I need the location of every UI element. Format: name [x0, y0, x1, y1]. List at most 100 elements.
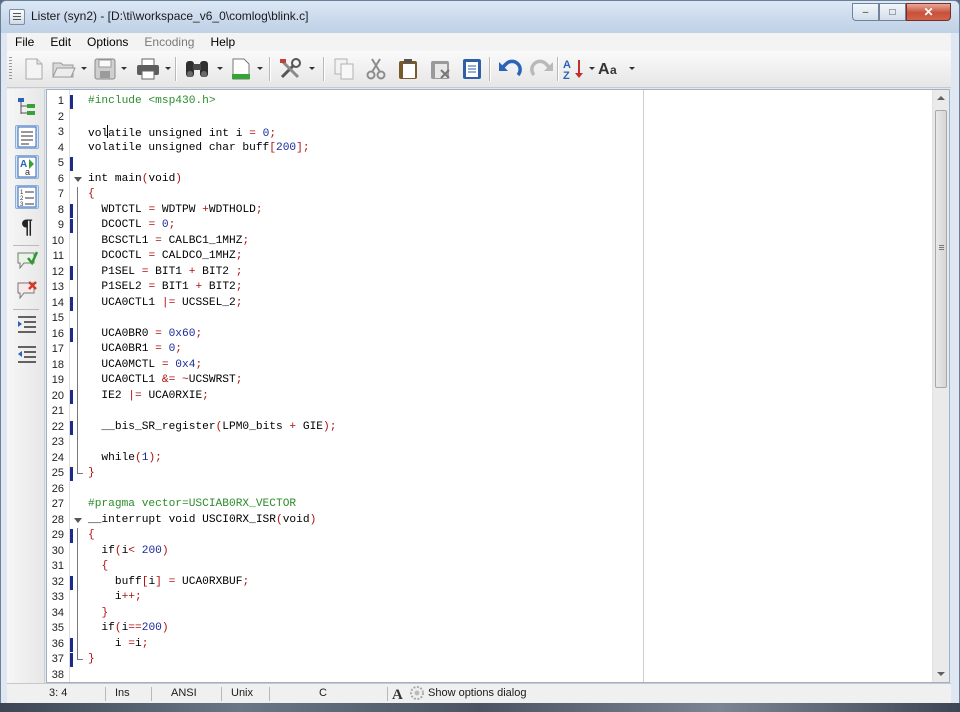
code-text[interactable]: UCA0CTL1 &= ~UCSWRST;	[88, 373, 242, 389]
status-encoding[interactable]: ANSI	[171, 687, 197, 699]
indent-increase-icon[interactable]	[15, 313, 39, 337]
code-line[interactable]: 26	[47, 482, 927, 498]
code-line[interactable]: 37}	[47, 652, 927, 668]
code-text[interactable]: #include <msp430.h>	[88, 94, 216, 110]
code-line[interactable]: 17 UCA0BR1 = 0;	[47, 342, 927, 358]
clipboard-list-icon[interactable]	[459, 56, 485, 82]
vertical-scrollbar[interactable]	[932, 90, 949, 682]
menu-encoding[interactable]: Encoding	[136, 33, 202, 51]
code-text[interactable]: }	[88, 606, 108, 622]
tools-dropdown-chevron-icon[interactable]	[309, 67, 315, 70]
code-line[interactable]: 38	[47, 668, 927, 683]
code-text[interactable]: __bis_SR_register(LPM0_bits + GIE);	[88, 420, 336, 436]
find-binoculars-icon[interactable]	[183, 56, 211, 82]
code-text[interactable]: WDTCTL = WDTPW +WDTHOLD;	[88, 203, 262, 219]
code-line[interactable]: 32 buff[i] = UCA0RXBUF;	[47, 574, 927, 590]
menu-edit[interactable]: Edit	[42, 33, 79, 51]
code-line[interactable]: 31 {	[47, 559, 927, 575]
code-line[interactable]: 19 UCA0CTL1 &= ~UCSWRST;	[47, 373, 927, 389]
export-page-icon[interactable]	[229, 56, 253, 82]
code-line[interactable]: 30 if(i< 200)	[47, 543, 927, 559]
cut-icon[interactable]	[363, 56, 389, 82]
code-line[interactable]: 16 UCA0BR0 = 0x60;	[47, 326, 927, 343]
code-line[interactable]: 33 i++;	[47, 590, 927, 606]
sort-az-icon[interactable]: AZ	[561, 56, 587, 82]
code-line[interactable]: 8 WDTCTL = WDTPW +WDTHOLD;	[47, 202, 927, 219]
code-line[interactable]: 1 #include <msp430.h>	[47, 94, 927, 110]
code-line[interactable]: 36 i =i;	[47, 636, 927, 653]
sort-dropdown-chevron-icon[interactable]	[589, 67, 595, 70]
code-text[interactable]: }	[88, 466, 95, 482]
fold-toggle-icon[interactable]	[74, 517, 82, 523]
code-text[interactable]: P1SEL = BIT1 + BIT2 ;	[88, 265, 242, 281]
menu-options[interactable]: Options	[79, 33, 136, 51]
menu-file[interactable]: File	[7, 33, 42, 51]
code-line[interactable]: 4 volatile unsigned char buff[200];	[47, 141, 927, 157]
delete-icon[interactable]	[427, 56, 453, 82]
code-line[interactable]: 22 __bis_SR_register(LPM0_bits + GIE);	[47, 419, 927, 436]
code-line[interactable]: 20 IE2 |= UCA0RXIE;	[47, 388, 927, 405]
code-text[interactable]: UCA0BR0 = 0x60;	[88, 327, 202, 343]
code-text[interactable]: #pragma vector=USCIAB0RX_VECTOR	[88, 497, 296, 513]
code-text[interactable]: {	[88, 528, 95, 544]
fold-toggle-icon[interactable]	[74, 176, 82, 182]
code-line[interactable]: 35 if(i==200)	[47, 621, 927, 637]
code-line[interactable]: 2	[47, 110, 927, 126]
code-line[interactable]: 5	[47, 156, 927, 172]
font-dropdown-chevron-icon[interactable]	[629, 67, 635, 70]
options-gear-icon[interactable]	[409, 685, 425, 703]
print-dropdown-chevron-icon[interactable]	[165, 67, 171, 70]
code-line[interactable]: 10 BCSCTL1 = CALBC1_1MHZ;	[47, 233, 927, 250]
code-text[interactable]: IE2 |= UCA0RXIE;	[88, 389, 208, 405]
code-text[interactable]: i =i;	[88, 637, 149, 653]
code-line[interactable]: 25}	[47, 466, 927, 482]
comment-add-icon[interactable]	[15, 249, 39, 273]
status-line-endings[interactable]: Unix	[231, 687, 253, 699]
code-line[interactable]: 12 P1SEL = BIT1 + BIT2 ;	[47, 264, 927, 281]
code-line[interactable]: 13 P1SEL2 = BIT1 + BIT2;	[47, 280, 927, 296]
code-line[interactable]: 11 DCOCTL = CALDCO_1MHZ;	[47, 249, 927, 265]
code-line[interactable]: 15	[47, 311, 927, 327]
redo-icon[interactable]	[529, 56, 555, 82]
code-line[interactable]: 6 int main(void)	[47, 172, 927, 188]
font-text-icon[interactable]: Aa	[15, 155, 39, 179]
tree-icon[interactable]	[15, 95, 39, 119]
code-text[interactable]: int main(void)	[88, 172, 182, 188]
tools-icon[interactable]	[277, 56, 305, 82]
code-text[interactable]: volatile unsigned char buff[200];	[88, 141, 310, 157]
pilcrow-icon[interactable]: ¶	[15, 215, 39, 239]
indent-decrease-icon[interactable]	[15, 343, 39, 367]
code-text[interactable]: DCOCTL = CALDCO_1MHZ;	[88, 249, 242, 265]
code-text[interactable]: if(i==200)	[88, 621, 168, 637]
undo-icon[interactable]	[497, 56, 523, 82]
toolbar-grip[interactable]	[9, 57, 12, 81]
status-insert-mode[interactable]: Ins	[115, 687, 130, 699]
code-lines[interactable]: 1 #include <msp430.h> 2 3 volatile unsigned …	[47, 94, 927, 683]
paste-icon[interactable]	[395, 56, 421, 82]
code-text[interactable]: P1SEL2 = BIT1 + BIT2;	[88, 280, 242, 296]
code-text[interactable]: while(1);	[88, 451, 161, 467]
text-view-icon[interactable]	[15, 125, 39, 149]
code-line[interactable]: 7{	[47, 187, 927, 203]
new-file-icon[interactable]	[23, 56, 45, 82]
export-dropdown-chevron-icon[interactable]	[257, 67, 263, 70]
code-text[interactable]: UCA0MCTL = 0x4;	[88, 358, 202, 374]
close-button[interactable]: ✕	[906, 3, 951, 21]
open-dropdown-chevron-icon[interactable]	[81, 67, 87, 70]
code-text[interactable]: BCSCTL1 = CALBC1_1MHZ;	[88, 234, 249, 250]
code-text[interactable]: {	[88, 187, 95, 203]
open-folder-icon[interactable]	[51, 56, 77, 82]
status-syntax[interactable]: C	[319, 687, 327, 699]
copy-icon[interactable]	[331, 56, 357, 82]
code-text[interactable]: }	[88, 652, 95, 668]
numbered-list-icon[interactable]: 123	[15, 185, 39, 209]
scroll-down-arrow-icon[interactable]	[937, 672, 945, 676]
print-icon[interactable]	[135, 56, 161, 82]
menu-help[interactable]: Help	[202, 33, 243, 51]
comment-remove-icon[interactable]	[15, 279, 39, 303]
find-dropdown-chevron-icon[interactable]	[217, 67, 223, 70]
minimize-button[interactable]: –	[852, 3, 879, 21]
code-text[interactable]: DCOCTL = 0;	[88, 218, 175, 234]
code-line[interactable]: 24 while(1);	[47, 450, 927, 467]
save-icon[interactable]	[93, 56, 117, 82]
